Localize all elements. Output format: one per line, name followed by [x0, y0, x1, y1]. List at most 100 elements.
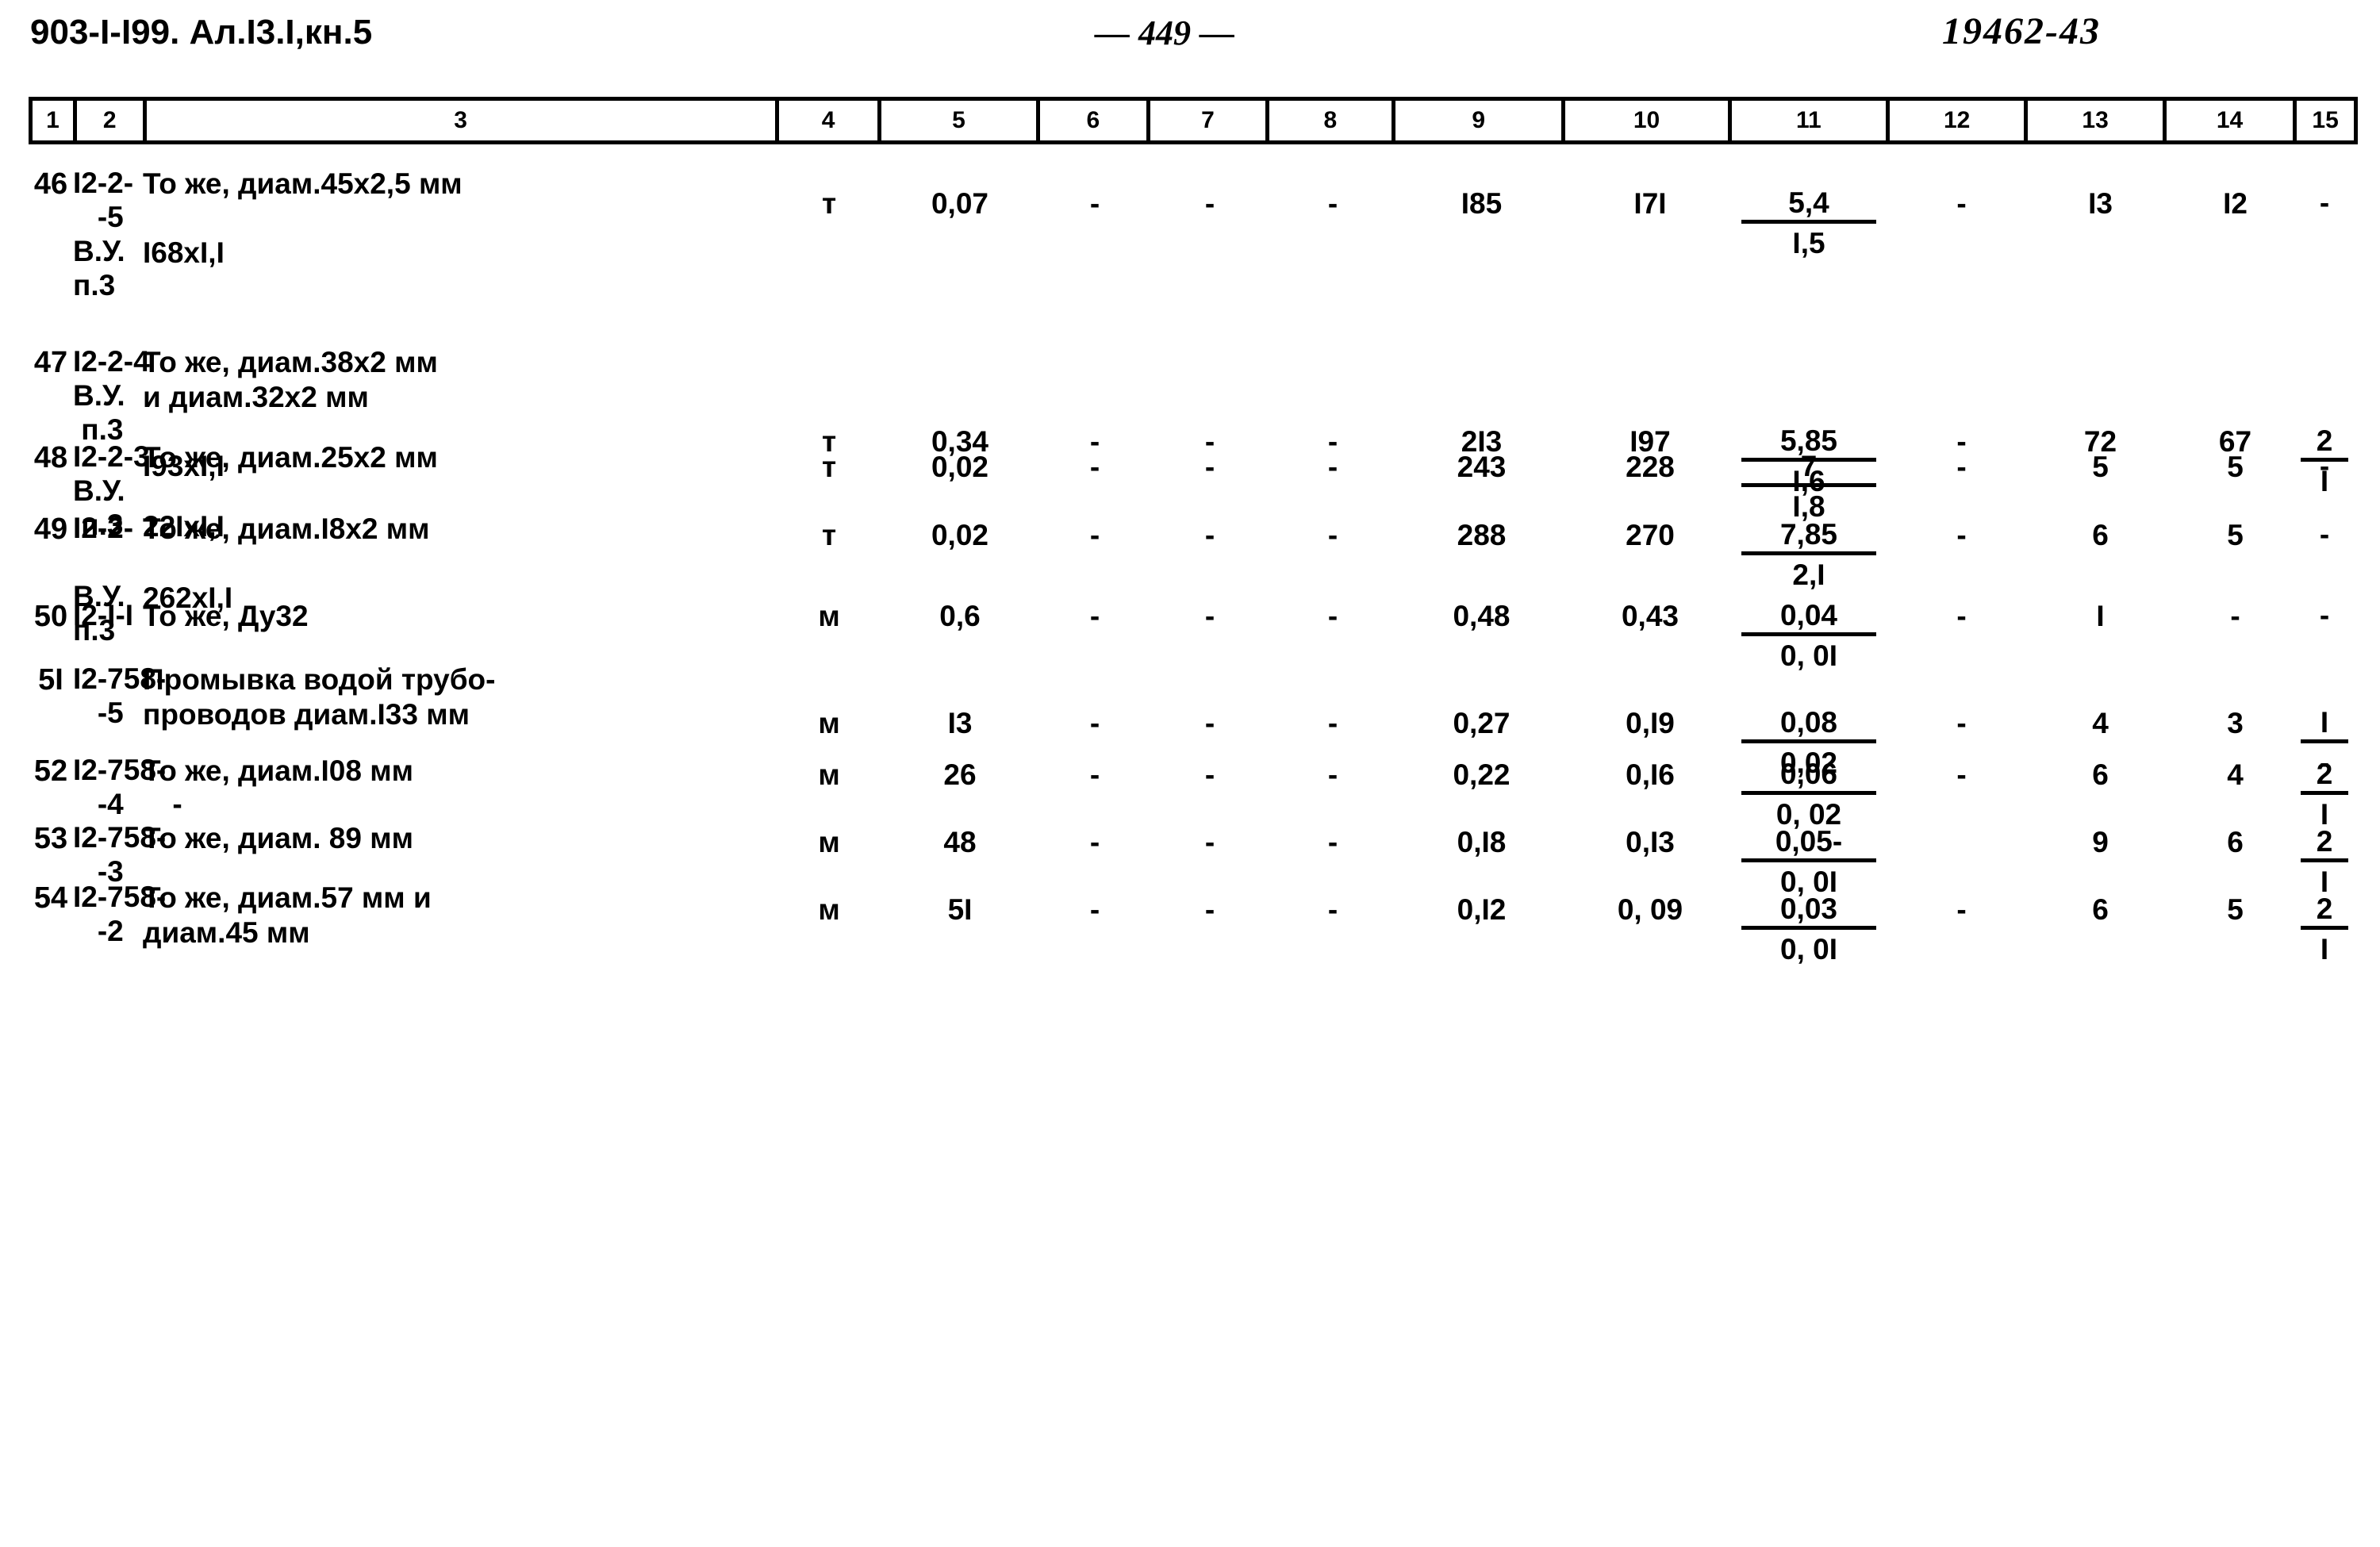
row-col14: 5 [2227, 451, 2244, 483]
row-col13: 9 [2092, 826, 2109, 858]
row-col15-fraction: 2I [2301, 825, 2348, 899]
row-col15-numerator: - [2319, 518, 2330, 551]
column-number-band: 1 2 3 4 5 6 7 8 9 10 11 12 13 14 15 [29, 97, 2358, 144]
row-col15-fraction: - [2301, 450, 2348, 483]
row-col11-numerator: 5,4 [1741, 186, 1876, 225]
row-col12: - [1956, 707, 1967, 739]
row-col5: 0,07 [931, 187, 988, 220]
row-description: То же, диам.45х2,5 мм I68хI,I [143, 167, 463, 270]
archive-stamp: 19462-43 [1942, 10, 2101, 52]
page-number: — 449 — [1095, 13, 1234, 52]
row-col9: 288 [1457, 519, 1507, 551]
row-col10: 0,43 [1621, 600, 1679, 632]
page-header: 903-I-I99. Ал.I3.I,кн.5 — 449 — 19462-43 [0, 8, 2380, 70]
row-col15-numerator: I [2301, 706, 2348, 744]
row-col7: - [1204, 758, 1215, 791]
row-index: 52 [33, 754, 68, 788]
row-index: 47 [33, 346, 68, 379]
row-col6: - [1089, 758, 1100, 791]
row-col12: - [1956, 758, 1967, 791]
row-description: То же, диам.57 мм и диам.45 мм [143, 881, 432, 949]
row-col10: 0,I3 [1626, 826, 1675, 858]
row-col14: 5 [2227, 893, 2244, 926]
row-col11-fraction: 7 I,8 [1741, 450, 1876, 524]
row-col14: - [2230, 600, 2240, 632]
row-col8: - [1327, 707, 1338, 739]
row-col6: - [1089, 519, 1100, 551]
row-col13: I [2096, 600, 2105, 632]
row-unit: т [821, 451, 837, 483]
row-col8: - [1327, 187, 1338, 220]
row-col11-fraction: 0,06 0, 02 [1741, 758, 1876, 831]
row-col6: - [1089, 893, 1100, 926]
row-col9: 243 [1457, 451, 1507, 483]
document-code: 903-I-I99. Ал.I3.I,кн.5 [30, 13, 373, 52]
row-col14: 4 [2227, 758, 2244, 791]
row-col11-denominator: 2,I [1792, 559, 1825, 592]
row-col8: - [1327, 519, 1338, 551]
row-col15-fraction: - [2301, 518, 2348, 551]
row-col15-numerator: - [2319, 186, 2330, 219]
row-index: 46 [33, 167, 68, 201]
row-col11-numerator: 0,05- [1741, 825, 1876, 863]
row-col5: 0,02 [931, 451, 988, 483]
row-col7: - [1204, 893, 1215, 926]
column-header-9: 9 [1395, 101, 1566, 140]
row-index: 50 [33, 600, 68, 633]
column-header-13: 13 [2028, 101, 2167, 140]
row-col11-numerator: 0,04 [1741, 599, 1876, 637]
row-col10: 0,I9 [1626, 707, 1675, 739]
column-header-6: 6 [1040, 101, 1151, 140]
row-col10: 270 [1626, 519, 1675, 551]
row-col11-fraction: 0,05- 0, 0I [1741, 825, 1876, 899]
row-col11-fraction: 0,03 0, 0I [1741, 892, 1876, 966]
row-col14: 3 [2227, 707, 2244, 739]
row-col11-numerator: 7,85 [1741, 518, 1876, 556]
column-header-8: 8 [1269, 101, 1396, 140]
row-col6: - [1089, 187, 1100, 220]
row-col5: 0,02 [931, 519, 988, 551]
row-col8: - [1327, 893, 1338, 926]
row-col11-denominator: I,5 [1792, 227, 1825, 260]
row-unit: м [818, 707, 840, 739]
row-col11-numerator: 7 [1741, 450, 1876, 488]
row-col6: - [1089, 600, 1100, 632]
row-col14: 5 [2227, 519, 2244, 551]
row-col13: 6 [2092, 519, 2109, 551]
row-col8: - [1327, 826, 1338, 858]
row-col13: 6 [2092, 758, 2109, 791]
row-description: То же, диам.I08 мм [143, 754, 413, 787]
row-col10: 228 [1626, 451, 1675, 483]
document-page: 903-I-I99. Ал.I3.I,кн.5 — 449 — 19462-43… [0, 0, 2380, 1547]
row-col5: 0,6 [939, 600, 981, 632]
column-header-5: 5 [881, 101, 1040, 140]
row-col12: - [1956, 187, 1967, 220]
row-col15-fraction: 2I [2301, 892, 2348, 966]
column-header-14: 14 [2167, 101, 2297, 140]
row-col15-fraction: 2I [2301, 758, 2348, 831]
row-unit: м [818, 826, 840, 858]
row-col7: - [1204, 519, 1215, 551]
column-header-7: 7 [1150, 101, 1269, 140]
row-col14: I2 [2223, 187, 2248, 220]
row-col12: - [1956, 451, 1967, 483]
row-unit: м [818, 893, 840, 926]
row-col11-denominator: 0, 0I [1780, 639, 1837, 673]
row-col7: - [1204, 187, 1215, 220]
row-col15-denominator: I [2320, 933, 2329, 966]
row-col9: 0,I8 [1457, 826, 1507, 858]
row-description: То же, Ду32 [143, 600, 309, 632]
row-index: 48 [33, 441, 68, 474]
row-col8: - [1327, 600, 1338, 632]
row-unit: т [821, 519, 837, 551]
row-col15-numerator: 2 [2301, 758, 2348, 796]
row-col11-fraction: 7,85 2,I [1741, 518, 1876, 592]
column-header-15: 15 [2312, 107, 2339, 133]
row-unit: т [821, 187, 837, 220]
row-col15-fraction: - [2301, 186, 2348, 220]
row-col11-numerator: 0,03 [1741, 892, 1876, 931]
column-header-10: 10 [1565, 101, 1732, 140]
row-col8: - [1327, 758, 1338, 791]
row-col7: - [1204, 826, 1215, 858]
row-col10: 0,I6 [1626, 758, 1675, 791]
